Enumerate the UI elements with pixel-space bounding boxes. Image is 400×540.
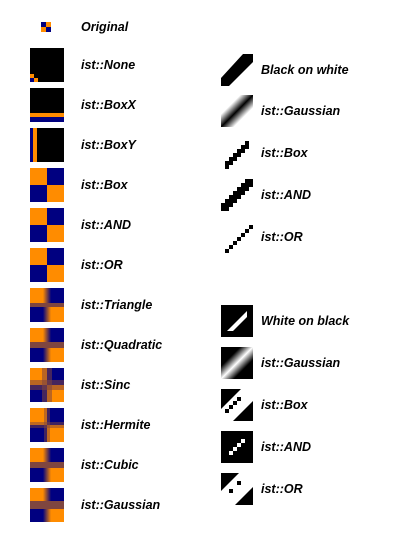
original-row: Original — [30, 17, 128, 37]
filter-thumb-hermite — [30, 408, 64, 442]
wob-row-and: ist::AND — [221, 431, 311, 463]
filter-row-gaussian: ist::Gaussian — [30, 488, 160, 522]
bow-thumb-box — [225, 141, 249, 169]
wob-label-box: ist::Box — [261, 398, 308, 412]
filter-label-hermite: ist::Hermite — [81, 418, 151, 432]
filter-thumb-box — [30, 168, 64, 202]
bow-thumb-or — [225, 225, 253, 253]
filter-thumb-cubic — [30, 448, 64, 482]
filter-label-gaussian: ist::Gaussian — [81, 498, 161, 512]
filter-row-boxy: ist::BoxY — [30, 128, 136, 162]
bow-label-gaussian: ist::Gaussian — [261, 104, 341, 118]
filter-label-sinc: ist::Sinc — [81, 378, 131, 392]
filter-thumb-and — [30, 208, 64, 242]
wob-thumb-or — [221, 473, 253, 505]
filter-thumb-or — [30, 248, 64, 282]
wob-label-gaussian: ist::Gaussian — [261, 356, 341, 370]
filter-row-boxx: ist::BoxX — [30, 88, 136, 122]
filter-thumb-triangle — [30, 288, 64, 322]
wob-title-row: White on black — [221, 305, 349, 337]
bow-label-and: ist::AND — [261, 188, 311, 202]
bow-row-box: ist::Box — [221, 137, 308, 169]
filter-row-cubic: ist::Cubic — [30, 448, 139, 482]
bow-row-and: ist::AND — [221, 179, 311, 211]
original-label: Original — [81, 20, 129, 34]
filter-row-quadratic: ist::Quadratic — [30, 328, 162, 362]
filter-row-hermite: ist::Hermite — [30, 408, 150, 442]
filter-row-none: ist::None — [30, 48, 135, 82]
filter-label-cubic: ist::Cubic — [81, 458, 139, 472]
original-swatch — [41, 22, 51, 32]
filter-label-and: ist::AND — [81, 218, 131, 232]
filter-label-boxy: ist::BoxY — [81, 138, 136, 152]
bow-title: Black on white — [261, 63, 349, 77]
bow-row-gaussian: ist::Gaussian — [221, 95, 340, 127]
wob-thumb-and — [221, 431, 253, 463]
wob-thumb-gaussian — [221, 347, 253, 379]
bow-thumb-gaussian — [221, 95, 253, 127]
filter-thumb-boxx — [30, 88, 64, 122]
filter-thumb-quadratic — [30, 328, 64, 362]
bow-label-or: ist::OR — [261, 230, 303, 244]
filter-label-box: ist::Box — [81, 178, 128, 192]
bow-thumb-original — [221, 54, 253, 86]
wob-label-or: ist::OR — [261, 482, 303, 496]
filter-label-boxx: ist::BoxX — [81, 98, 136, 112]
bow-row-or: ist::OR — [221, 221, 303, 253]
wob-row-box: ist::Box — [221, 389, 308, 421]
filter-label-or: ist::OR — [81, 258, 123, 272]
filter-thumb-sinc — [30, 368, 64, 402]
filter-thumb-none — [30, 48, 64, 82]
wob-row-or: ist::OR — [221, 473, 303, 505]
filter-row-box: ist::Box — [30, 168, 128, 202]
wob-row-gaussian: ist::Gaussian — [221, 347, 340, 379]
filter-row-and: ist::AND — [30, 208, 131, 242]
filter-row-or: ist::OR — [30, 248, 123, 282]
wob-label-and: ist::AND — [261, 440, 311, 454]
filter-row-sinc: ist::Sinc — [30, 368, 130, 402]
bow-title-row: Black on white — [221, 54, 349, 86]
filter-thumb-boxy — [30, 128, 64, 162]
wob-title: White on black — [261, 314, 350, 328]
wob-thumb-box — [221, 389, 253, 421]
bow-label-box: ist::Box — [261, 146, 308, 160]
filter-label-none: ist::None — [81, 58, 136, 72]
filter-thumb-gaussian — [30, 488, 64, 522]
wob-thumb-original — [221, 305, 253, 337]
bow-thumb-and — [221, 179, 253, 211]
filter-row-triangle: ist::Triangle — [30, 288, 152, 322]
filter-label-triangle: ist::Triangle — [81, 298, 153, 312]
filter-label-quadratic: ist::Quadratic — [81, 338, 163, 352]
